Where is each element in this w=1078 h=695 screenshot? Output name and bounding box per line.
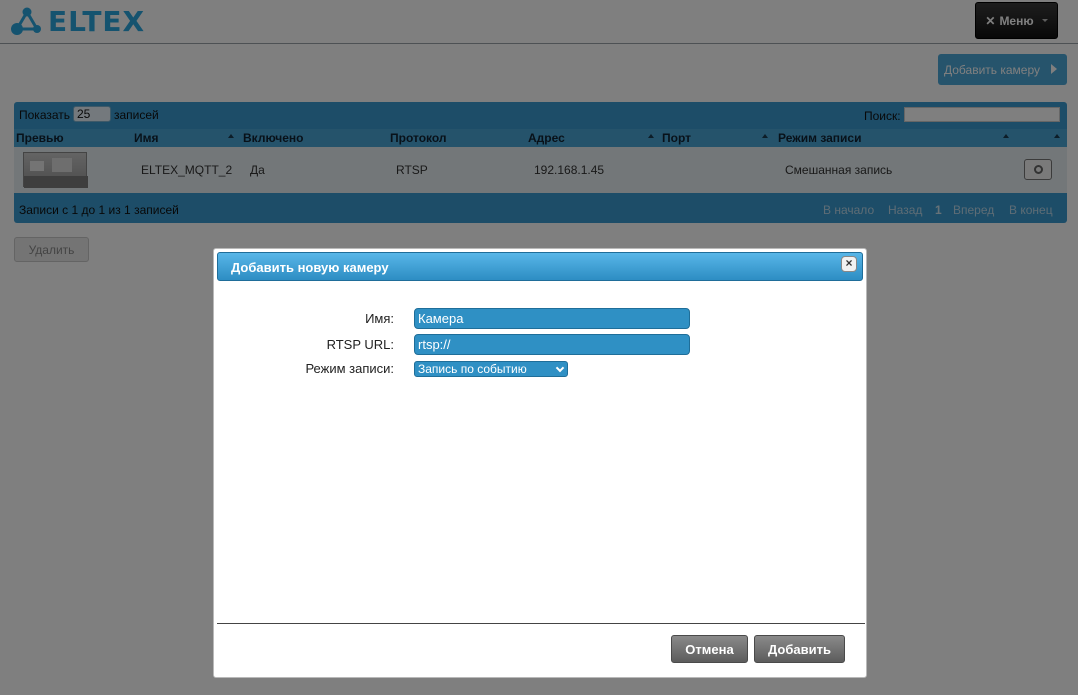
record-mode-label: Режим записи:: [305, 361, 394, 376]
chevron-down-icon: [555, 363, 565, 373]
dialog-title: Добавить новую камеру: [217, 252, 863, 281]
record-mode-value: Запись по событию: [418, 362, 527, 376]
add-button[interactable]: Добавить: [754, 635, 845, 663]
name-input[interactable]: [414, 308, 690, 329]
name-label: Имя:: [365, 311, 394, 326]
record-mode-select[interactable]: Запись по событию: [414, 361, 568, 377]
dialog-divider: [217, 623, 865, 624]
rtsp-url-label: RTSP URL:: [326, 337, 394, 352]
rtsp-url-input[interactable]: [414, 334, 690, 355]
close-icon[interactable]: ×: [841, 256, 857, 272]
add-camera-dialog: Добавить новую камеру × Имя: RTSP URL: Р…: [213, 248, 867, 678]
dialog-title-text: Добавить новую камеру: [231, 260, 389, 275]
cancel-button[interactable]: Отмена: [671, 635, 748, 663]
